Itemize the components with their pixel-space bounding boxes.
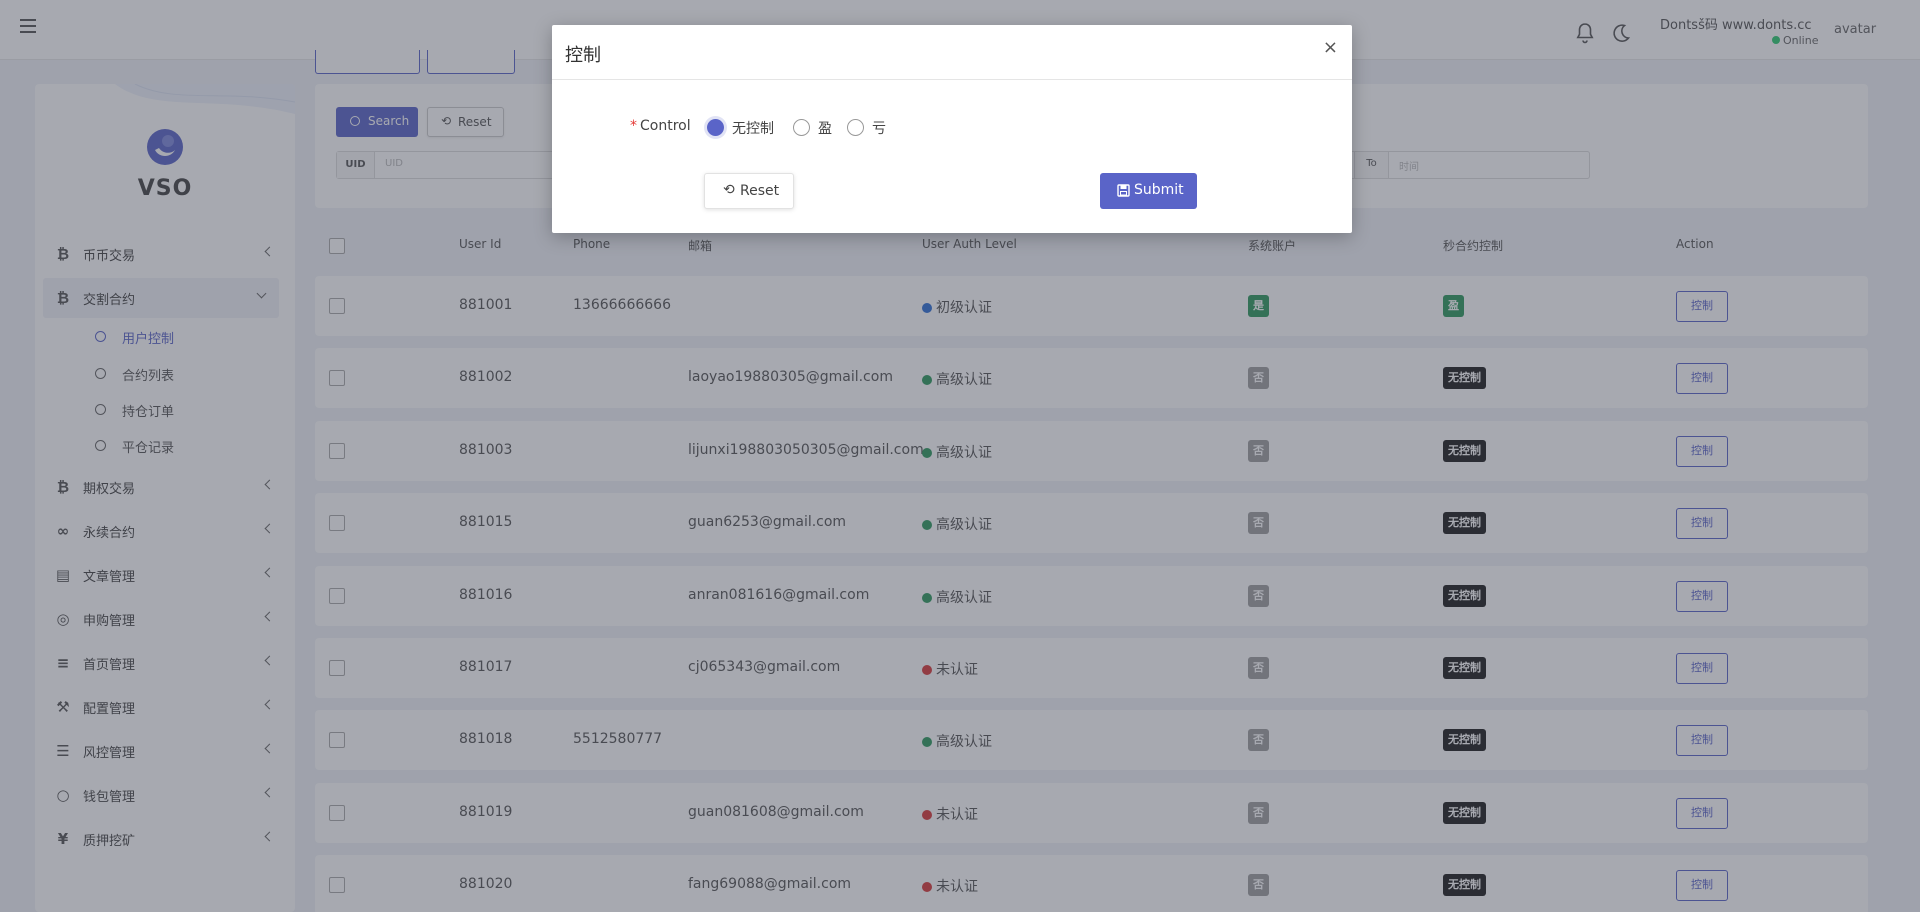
modal-header: 控制 × [552,25,1352,80]
radio-loss[interactable]: 亏 [847,118,887,138]
radio-no-control[interactable]: 无控制 [707,118,777,138]
required-mark: * [630,118,637,134]
submit-button[interactable]: Submit [1100,173,1197,209]
modal-title: 控制 [565,45,601,66]
radio-profit[interactable]: 盈 [793,118,833,138]
modal-reset-button[interactable]: ⟲ Reset [704,173,794,209]
save-icon [1117,184,1130,197]
control-field-label: * Control [630,118,691,134]
reset-icon: ⟲ [723,182,735,198]
radio-checked-icon [707,119,724,136]
control-modal: 控制 × * Control 无控制 盈 亏 ⟲ Reset Submit [552,25,1352,233]
radio-unchecked-icon [793,119,810,136]
radio-unchecked-icon [847,119,864,136]
close-icon[interactable]: × [1323,39,1338,57]
